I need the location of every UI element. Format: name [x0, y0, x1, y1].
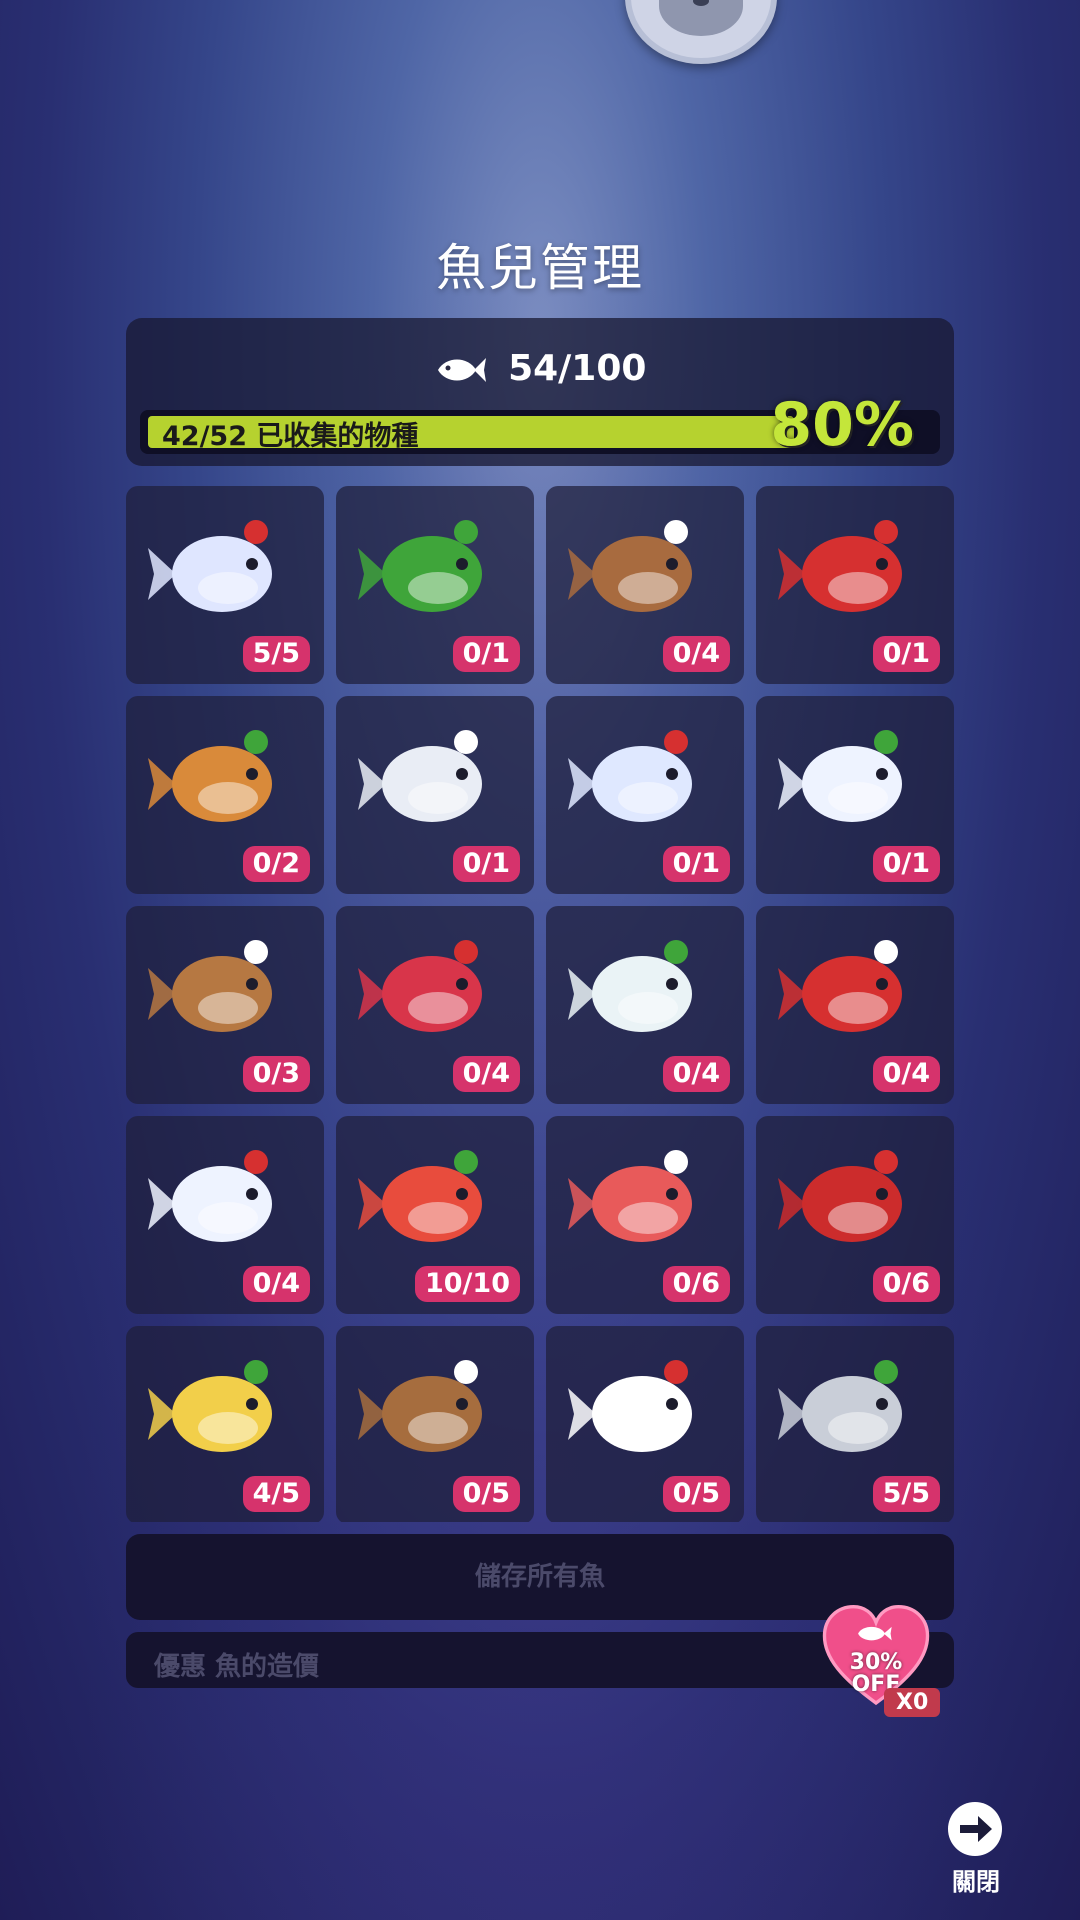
ice-shard-eel-icon [568, 730, 692, 822]
fish-card[interactable]: 0/4 [546, 486, 744, 684]
fish-card[interactable]: 0/1 [756, 696, 954, 894]
santa-puff-fish-icon [778, 1150, 902, 1242]
fish-card[interactable]: 0/5 [546, 1326, 744, 1522]
fish-card[interactable]: 0/1 [756, 486, 954, 684]
collection-progress-text: 42/52 已收集的物種 [162, 421, 419, 452]
stocking-seahorse-icon [568, 1150, 692, 1242]
player-avatar[interactable] [625, 0, 777, 64]
fish-card[interactable]: 0/3 [126, 906, 324, 1104]
fish-card[interactable]: 0/4 [756, 906, 954, 1104]
fish-count-badge: 5/5 [872, 1476, 940, 1512]
fish-count-badge: 5/5 [242, 636, 310, 672]
fish-card[interactable]: 0/1 [546, 696, 744, 894]
fish-card[interactable]: 0/5 [336, 1326, 534, 1522]
reindeer-octopus-icon [358, 1360, 482, 1452]
gingerbread-fish-icon [568, 520, 692, 612]
fish-card[interactable]: 0/6 [756, 1116, 954, 1314]
fish-card[interactable]: 0/6 [546, 1116, 744, 1314]
fish-card[interactable]: 0/2 [126, 696, 324, 894]
fish-count-badge: 0/4 [242, 1266, 310, 1302]
fish-count-badge: 0/5 [662, 1476, 730, 1512]
fish-card[interactable]: 5/5 [756, 1326, 954, 1522]
discount-label: 優惠 魚的造價 [154, 1652, 320, 1682]
fish-count-value: 54/100 [508, 348, 647, 389]
fish-card[interactable]: 4/5 [126, 1326, 324, 1522]
fish-count-badge: 0/6 [662, 1266, 730, 1302]
fish-count-badge: 0/1 [872, 846, 940, 882]
collection-summary-panel: 54/100 42/52 已收集的物種 80% [126, 318, 954, 466]
bell-squid-icon [148, 1360, 272, 1452]
fish-count-badge: 0/1 [872, 636, 940, 672]
fish-count-badge: 0/2 [242, 846, 310, 882]
close-button[interactable] [946, 1800, 1004, 1858]
reindeer-puffer-icon [148, 940, 272, 1032]
fish-icon [437, 358, 486, 382]
spotted-deer-fish-icon [148, 730, 272, 822]
fish-count-badge: 0/4 [662, 636, 730, 672]
discount-badge-percent: 30% [849, 1650, 903, 1675]
fish-card[interactable]: 5/5 [126, 486, 324, 684]
fish-count-badge: 0/6 [872, 1266, 940, 1302]
close-label: 關閉 [952, 1868, 1000, 1896]
crystal-jelly-icon [778, 1360, 902, 1452]
fish-card[interactable]: 0/1 [336, 486, 534, 684]
fish-card[interactable]: 0/4 [126, 1116, 324, 1314]
fish-count-badge: 0/4 [662, 1056, 730, 1092]
collection-percent: 80% [770, 390, 914, 460]
fish-count-badge: 0/3 [242, 1056, 310, 1092]
fish-count-badge: 0/1 [662, 846, 730, 882]
snowflake-narwhal-icon [148, 1150, 272, 1242]
snowman-angel-fish-icon [358, 730, 482, 822]
fish-card[interactable]: 0/4 [336, 906, 534, 1104]
fish-grid: 5/5 0/1 0/4 0/1 0/2 0/1 0/1 0/1 0/3 0/4 0/4 0/4 0/4 1… [126, 486, 954, 1522]
discount-badge-count: X0 [884, 1688, 941, 1717]
holly-sea-dragon-icon [568, 1360, 692, 1452]
fish-count-badge: 0/4 [452, 1056, 520, 1092]
holly-leaf-fish-icon [358, 520, 482, 612]
fish-count-badge: 0/1 [452, 636, 520, 672]
fish-count-badge: 0/4 [872, 1056, 940, 1092]
page-title: 魚兒管理 [436, 239, 644, 297]
fish-count-badge: 10/10 [414, 1266, 520, 1302]
snow-tree-whale-icon [568, 940, 692, 1032]
clown-fish-bell-icon [358, 940, 482, 1032]
fish-count-badge: 0/1 [452, 846, 520, 882]
fish-card[interactable]: 0/4 [546, 906, 744, 1104]
fish-count-badge: 4/5 [242, 1476, 310, 1512]
fish-card[interactable]: 0/1 [336, 696, 534, 894]
fish-count-badge: 0/5 [452, 1476, 520, 1512]
ice-crystal-fish-icon [148, 520, 272, 612]
fish-count: 54/100 [126, 348, 954, 389]
fish-card[interactable]: 10/10 [336, 1116, 534, 1314]
candle-seahorse-icon [358, 1150, 482, 1242]
santa-angler-fish-icon [778, 940, 902, 1032]
santa-hat-fish-icon [778, 520, 902, 612]
snowball-candy-fish-icon [778, 730, 902, 822]
